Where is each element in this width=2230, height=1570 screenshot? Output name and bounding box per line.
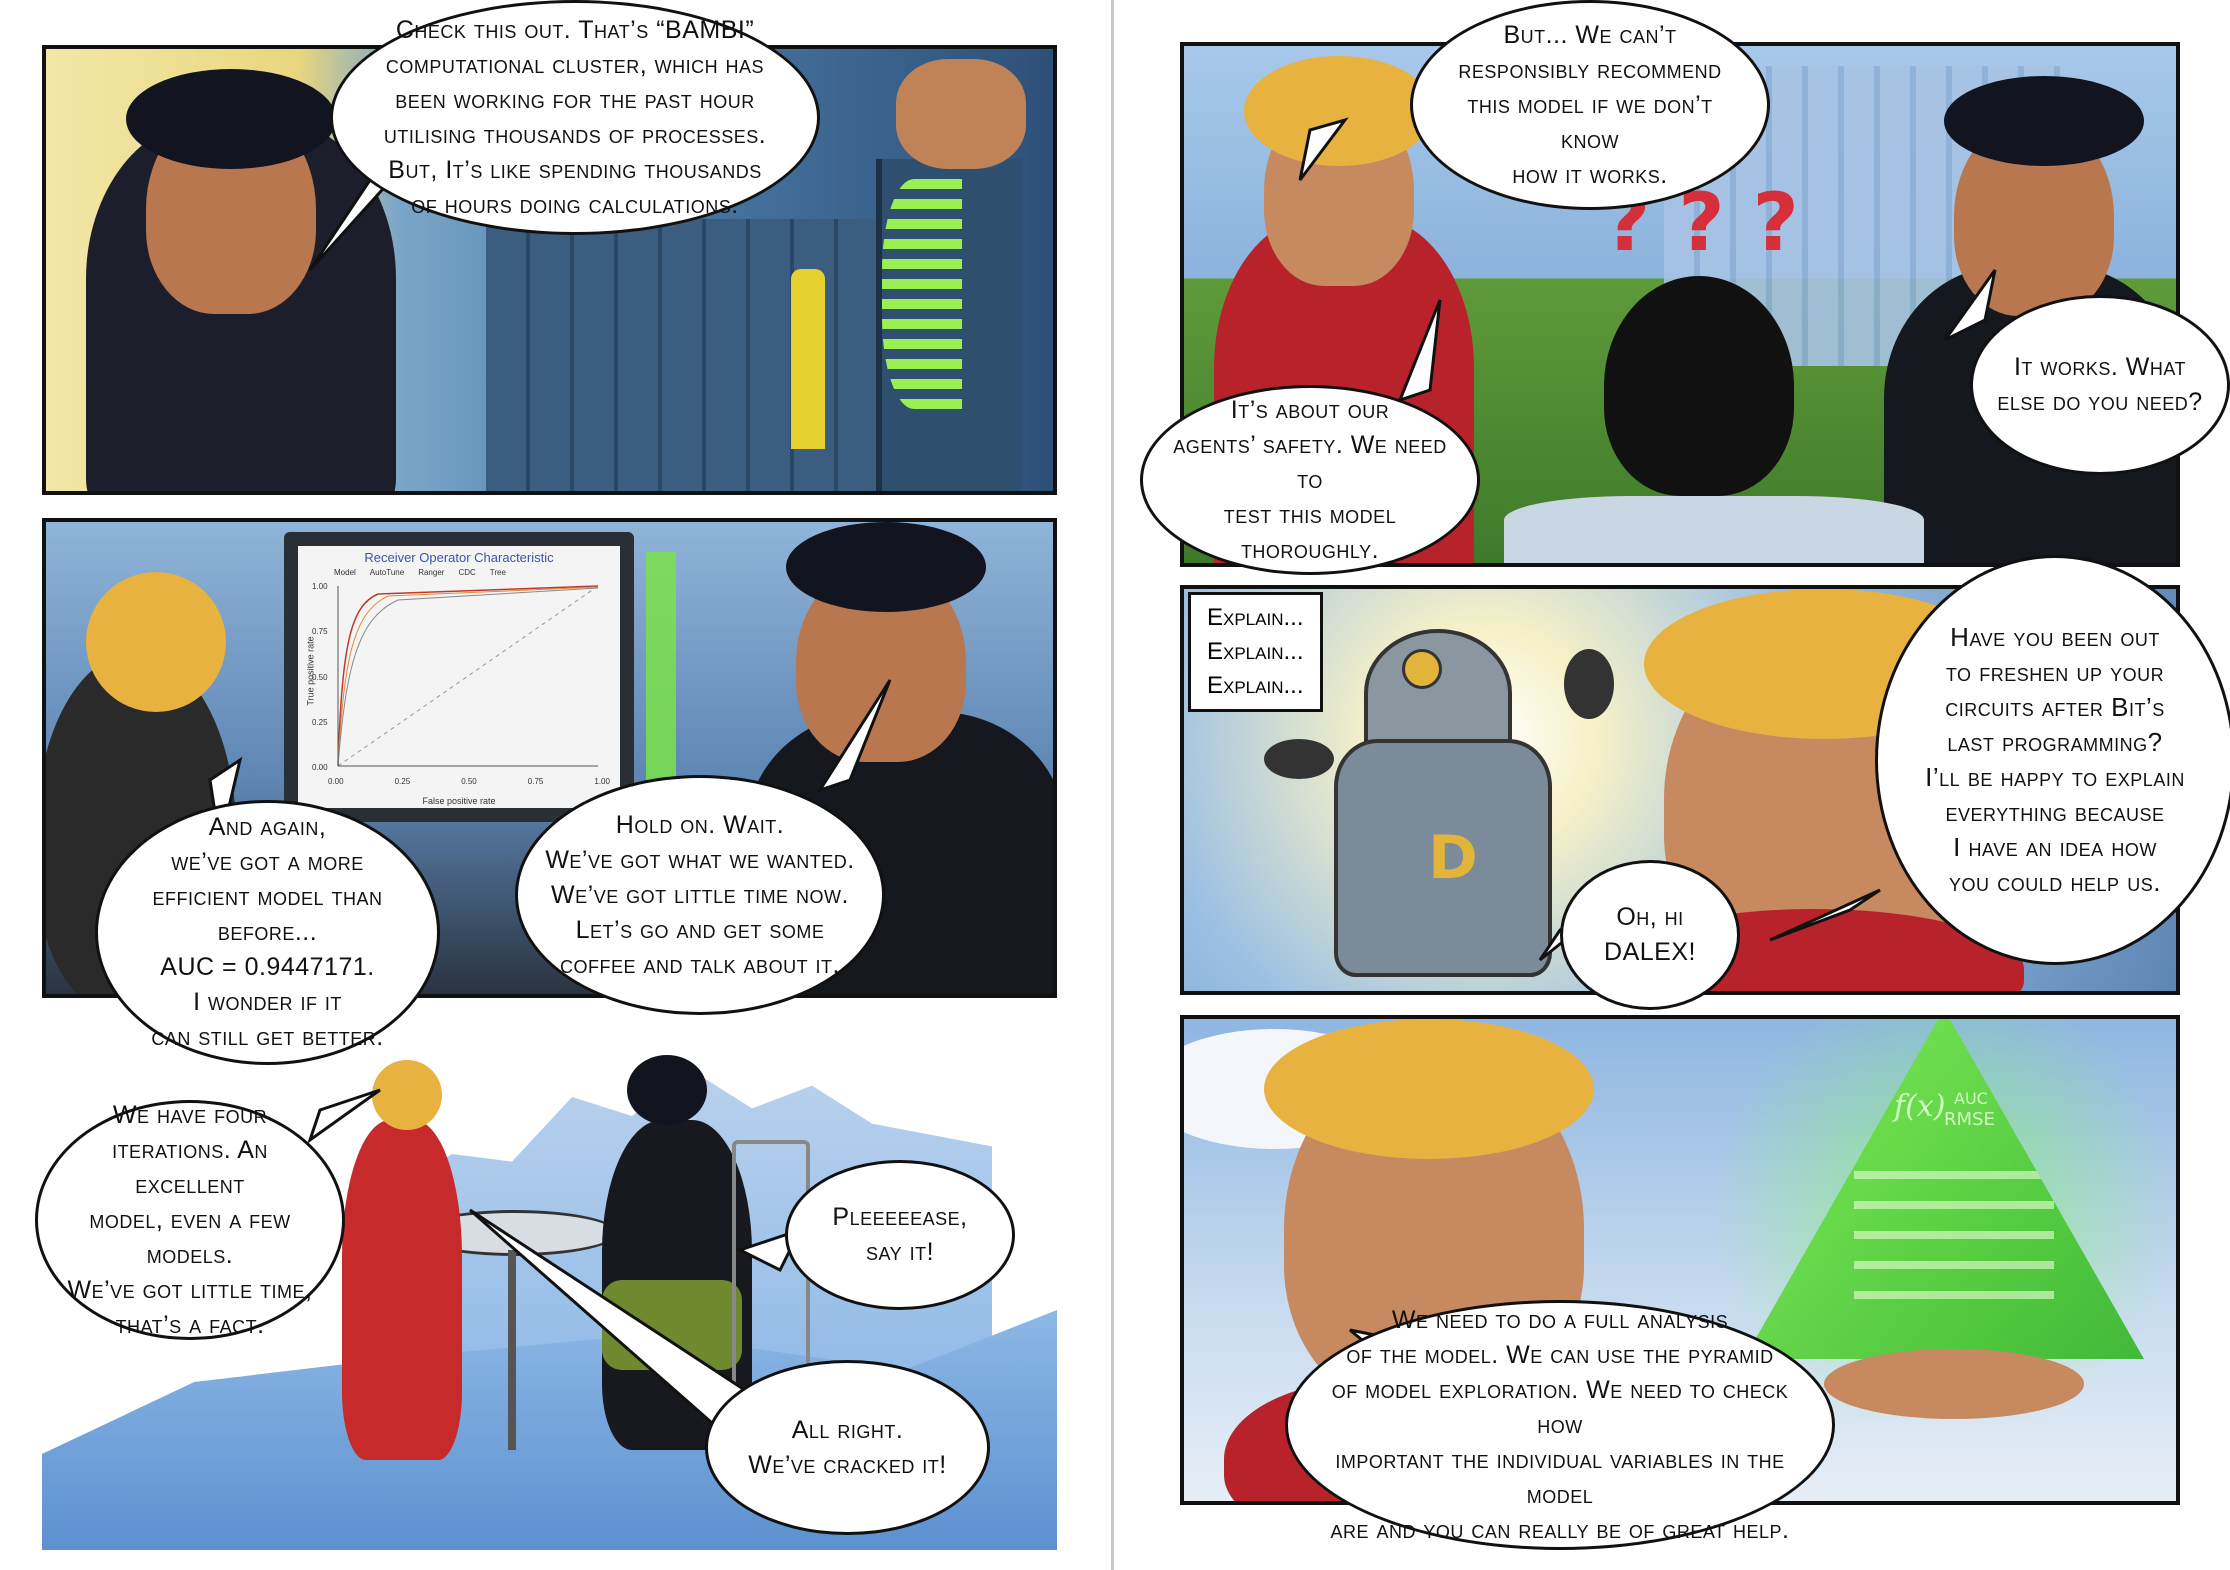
pyramid-glyphs [1854,1159,2054,1299]
robot-dome [1364,629,1512,757]
speech-bubble-it-works: It works. What else do you need? [1970,295,2230,475]
ytick: 1.00 [312,582,328,591]
pyramid-label-rmse: RMSE [1944,1109,1995,1130]
roc-ylabel: True positive rate [305,636,316,706]
teacups-table [1504,496,1924,563]
caption-line: Explain... [1207,672,1304,699]
ytick: 0.75 [312,627,328,637]
roc-plot [337,585,599,767]
xtick: 0.00 [328,777,344,786]
neon-strip [646,552,676,812]
robot-body: D [1334,739,1552,977]
girl-figure-sitting [342,1120,462,1460]
speech-bubble-explain-everything: Have you been out to freshen up your cir… [1875,555,2230,965]
neon-rings [882,179,962,409]
roc-xtick-labels: 0.00 0.25 0.50 0.75 1.00 [328,777,610,786]
caption-line: Explain... [1207,638,1304,665]
right-page: ? ? ? But... We can’t responsibly recomm… [1120,0,2230,1570]
bubble-tail [1769,888,1881,942]
speech-bubble-auc: And again, we’ve got a more efficient mo… [95,800,440,1065]
speech-bubble-but-we-cant: But... We can’t responsibly recommend th… [1410,0,1770,210]
technician-figure [791,269,825,449]
bubble-tail [1298,117,1349,181]
cluster-door [876,159,1022,491]
speech-bubble-cracked: All right. We’ve cracked it! [705,1360,990,1535]
bubble-tail [816,679,892,793]
page-gutter [1111,0,1114,1570]
xtick: 0.50 [461,777,477,786]
xtick: 1.00 [594,777,610,786]
pyramid-label-fx: f(x) [1894,1089,1946,1124]
girl-hair [1264,1019,1594,1159]
explain-caption: Explain... Explain... Explain... [1188,592,1323,712]
roc-xlabel: False positive rate [422,796,496,806]
roc-monitor: Receiver Operator Characteristic Model A… [284,532,634,822]
speech-bubble-pleease: Pleeeeease, say it! [785,1160,1015,1310]
robot-side-disc [1564,649,1614,719]
xtick: 0.25 [394,777,411,786]
ytick: 0.25 [312,717,328,727]
pyramid-label-auc: AUC [1954,1089,1988,1108]
boy-hair [627,1055,707,1125]
hand-holding-pyramid [1824,1349,2084,1419]
caption-line: Explain... [1207,604,1304,631]
boy-hair [786,522,986,612]
robot-side-disc [1264,739,1334,779]
speech-bubble-oh-hi-dalex: Oh, hi DALEX! [1560,860,1740,1010]
speech-bubble-full-analysis: We need to do a full analysis of the mod… [1285,1300,1835,1550]
ytick: 0.00 [312,763,328,772]
boy-hair [126,69,336,169]
left-page: Check this out. That’s “BAMBI” computati… [0,0,1110,1570]
xtick: 0.75 [527,777,544,786]
cluster-racks [486,219,886,491]
speech-bubble-agents-safety: It’s about our agents’ safety. We need t… [1140,385,1480,575]
hand [896,59,1026,169]
robot-eye [1402,649,1442,689]
speech-bubble-four-iterations: We have four iterations. An excellent mo… [35,1100,345,1340]
girl-bun-hair [86,572,226,712]
robot-letter-d: D [1428,823,1478,893]
black-creature [1604,276,1794,496]
boy-hair [1944,76,2144,166]
speech-bubble-hold-on: Hold on. Wait. We’ve got what we wanted.… [515,775,885,1015]
speech-bubble-bambi: Check this out. That’s “BAMBI” computati… [330,0,820,235]
